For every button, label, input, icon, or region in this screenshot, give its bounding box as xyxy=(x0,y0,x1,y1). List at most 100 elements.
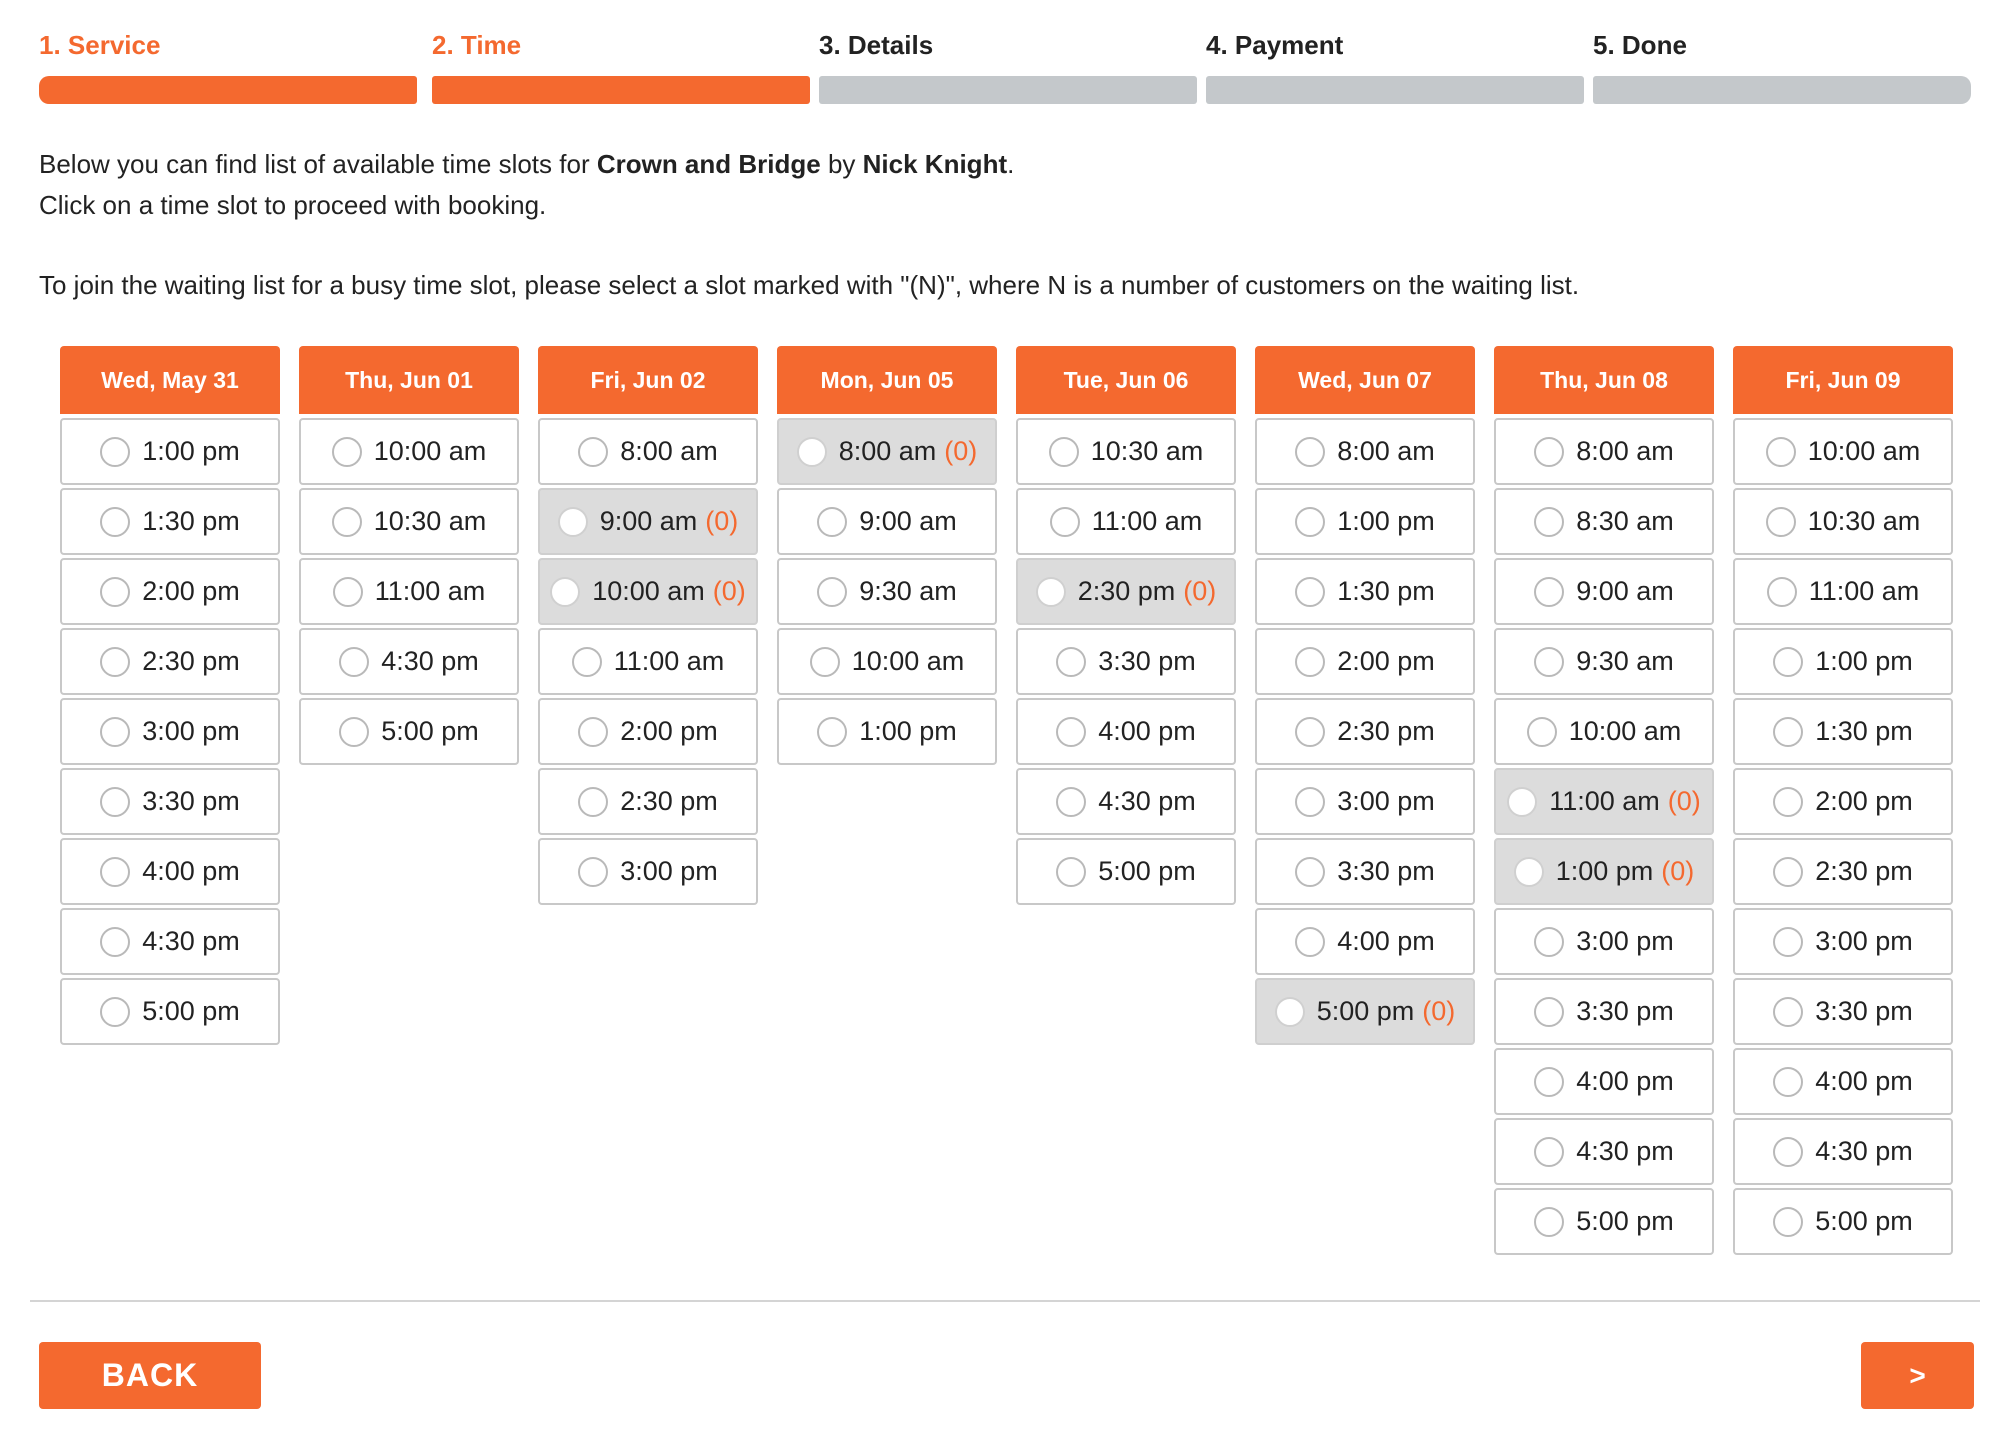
radio-icon[interactable] xyxy=(1534,1136,1565,1167)
time-slot[interactable]: 11:00 am xyxy=(1016,488,1236,555)
radio-icon[interactable] xyxy=(1534,996,1565,1027)
time-slot[interactable]: 4:00 pm xyxy=(60,838,280,905)
time-slot[interactable]: 2:30 pm xyxy=(1733,838,1953,905)
time-slot[interactable]: 1:00 pm xyxy=(1255,488,1475,555)
time-slot[interactable]: 4:00 pm xyxy=(1016,698,1236,765)
radio-icon[interactable] xyxy=(550,576,581,607)
time-slot[interactable]: 5:00 pm xyxy=(1016,838,1236,905)
radio-icon[interactable] xyxy=(1773,1066,1804,1097)
radio-icon[interactable] xyxy=(339,646,370,677)
next-button[interactable]: > xyxy=(1861,1342,1974,1409)
radio-icon[interactable] xyxy=(817,576,848,607)
waitlist-time-slot[interactable]: 11:00 am (0) xyxy=(1494,768,1714,835)
time-slot[interactable]: 8:00 am xyxy=(1255,418,1475,485)
time-slot[interactable]: 3:00 pm xyxy=(1494,908,1714,975)
radio-icon[interactable] xyxy=(1773,716,1804,747)
waitlist-time-slot[interactable]: 2:30 pm (0) xyxy=(1016,558,1236,625)
time-slot[interactable]: 5:00 pm xyxy=(1494,1188,1714,1255)
radio-icon[interactable] xyxy=(100,576,131,607)
time-slot[interactable]: 2:00 pm xyxy=(1733,768,1953,835)
time-slot[interactable]: 2:30 pm xyxy=(1255,698,1475,765)
waitlist-time-slot[interactable]: 1:00 pm (0) xyxy=(1494,838,1714,905)
radio-icon[interactable] xyxy=(1295,926,1326,957)
radio-icon[interactable] xyxy=(1766,576,1797,607)
radio-icon[interactable] xyxy=(1534,436,1565,467)
time-slot[interactable]: 3:30 pm xyxy=(1494,978,1714,1045)
radio-icon[interactable] xyxy=(100,926,131,957)
time-slot[interactable]: 2:30 pm xyxy=(538,768,758,835)
time-slot[interactable]: 5:00 pm xyxy=(299,698,519,765)
time-slot[interactable]: 4:00 pm xyxy=(1733,1048,1953,1115)
radio-icon[interactable] xyxy=(578,716,609,747)
time-slot[interactable]: 3:30 pm xyxy=(1733,978,1953,1045)
time-slot[interactable]: 4:30 pm xyxy=(1733,1118,1953,1185)
time-slot[interactable]: 10:00 am xyxy=(1733,418,1953,485)
radio-icon[interactable] xyxy=(1056,856,1087,887)
radio-icon[interactable] xyxy=(339,716,370,747)
radio-icon[interactable] xyxy=(1534,1066,1565,1097)
radio-icon[interactable] xyxy=(1773,856,1804,887)
time-slot[interactable]: 11:00 am xyxy=(299,558,519,625)
waitlist-time-slot[interactable]: 8:00 am (0) xyxy=(777,418,997,485)
time-slot[interactable]: 5:00 pm xyxy=(60,978,280,1045)
waitlist-time-slot[interactable]: 5:00 pm (0) xyxy=(1255,978,1475,1045)
radio-icon[interactable] xyxy=(1526,716,1557,747)
radio-icon[interactable] xyxy=(100,436,131,467)
radio-icon[interactable] xyxy=(1048,436,1079,467)
radio-icon[interactable] xyxy=(1295,856,1326,887)
back-button[interactable]: BACK xyxy=(39,1342,261,1409)
radio-icon[interactable] xyxy=(1056,646,1087,677)
time-slot[interactable]: 1:30 pm xyxy=(60,488,280,555)
radio-icon[interactable] xyxy=(1295,576,1326,607)
time-slot[interactable]: 3:00 pm xyxy=(1733,908,1953,975)
radio-icon[interactable] xyxy=(1534,926,1565,957)
radio-icon[interactable] xyxy=(100,646,131,677)
time-slot[interactable]: 10:30 am xyxy=(299,488,519,555)
radio-icon[interactable] xyxy=(331,436,362,467)
time-slot[interactable]: 8:00 am xyxy=(538,418,758,485)
time-slot[interactable]: 3:00 pm xyxy=(1255,768,1475,835)
radio-icon[interactable] xyxy=(817,716,848,747)
time-slot[interactable]: 9:00 am xyxy=(1494,558,1714,625)
time-slot[interactable]: 9:30 am xyxy=(777,558,997,625)
waitlist-time-slot[interactable]: 9:00 am (0) xyxy=(538,488,758,555)
radio-icon[interactable] xyxy=(332,576,363,607)
radio-icon[interactable] xyxy=(578,786,609,817)
radio-icon[interactable] xyxy=(100,786,131,817)
radio-icon[interactable] xyxy=(1773,646,1804,677)
radio-icon[interactable] xyxy=(1056,786,1087,817)
radio-icon[interactable] xyxy=(1295,716,1326,747)
time-slot[interactable]: 1:00 pm xyxy=(1733,628,1953,695)
time-slot[interactable]: 1:00 pm xyxy=(777,698,997,765)
time-slot[interactable]: 3:30 pm xyxy=(60,768,280,835)
radio-icon[interactable] xyxy=(1773,1136,1804,1167)
time-slot[interactable]: 2:00 pm xyxy=(1255,628,1475,695)
radio-icon[interactable] xyxy=(1534,646,1565,677)
radio-icon[interactable] xyxy=(1773,926,1804,957)
radio-icon[interactable] xyxy=(1507,786,1538,817)
time-slot[interactable]: 10:00 am xyxy=(777,628,997,695)
radio-icon[interactable] xyxy=(1765,436,1796,467)
time-slot[interactable]: 4:30 pm xyxy=(299,628,519,695)
time-slot[interactable]: 2:30 pm xyxy=(60,628,280,695)
radio-icon[interactable] xyxy=(557,506,588,537)
radio-icon[interactable] xyxy=(796,436,827,467)
time-slot[interactable]: 10:00 am xyxy=(1494,698,1714,765)
radio-icon[interactable] xyxy=(1513,856,1544,887)
time-slot[interactable]: 1:00 pm xyxy=(60,418,280,485)
time-slot[interactable]: 4:30 pm xyxy=(60,908,280,975)
time-slot[interactable]: 2:00 pm xyxy=(60,558,280,625)
time-slot[interactable]: 8:00 am xyxy=(1494,418,1714,485)
time-slot[interactable]: 10:00 am xyxy=(299,418,519,485)
time-slot[interactable]: 4:00 pm xyxy=(1255,908,1475,975)
radio-icon[interactable] xyxy=(100,856,131,887)
radio-icon[interactable] xyxy=(1274,996,1305,1027)
time-slot[interactable]: 9:00 am xyxy=(777,488,997,555)
radio-icon[interactable] xyxy=(1773,996,1804,1027)
time-slot[interactable]: 9:30 am xyxy=(1494,628,1714,695)
time-slot[interactable]: 11:00 am xyxy=(1733,558,1953,625)
radio-icon[interactable] xyxy=(1295,646,1326,677)
radio-icon[interactable] xyxy=(1295,786,1326,817)
time-slot[interactable]: 4:30 pm xyxy=(1016,768,1236,835)
radio-icon[interactable] xyxy=(1773,1206,1804,1237)
